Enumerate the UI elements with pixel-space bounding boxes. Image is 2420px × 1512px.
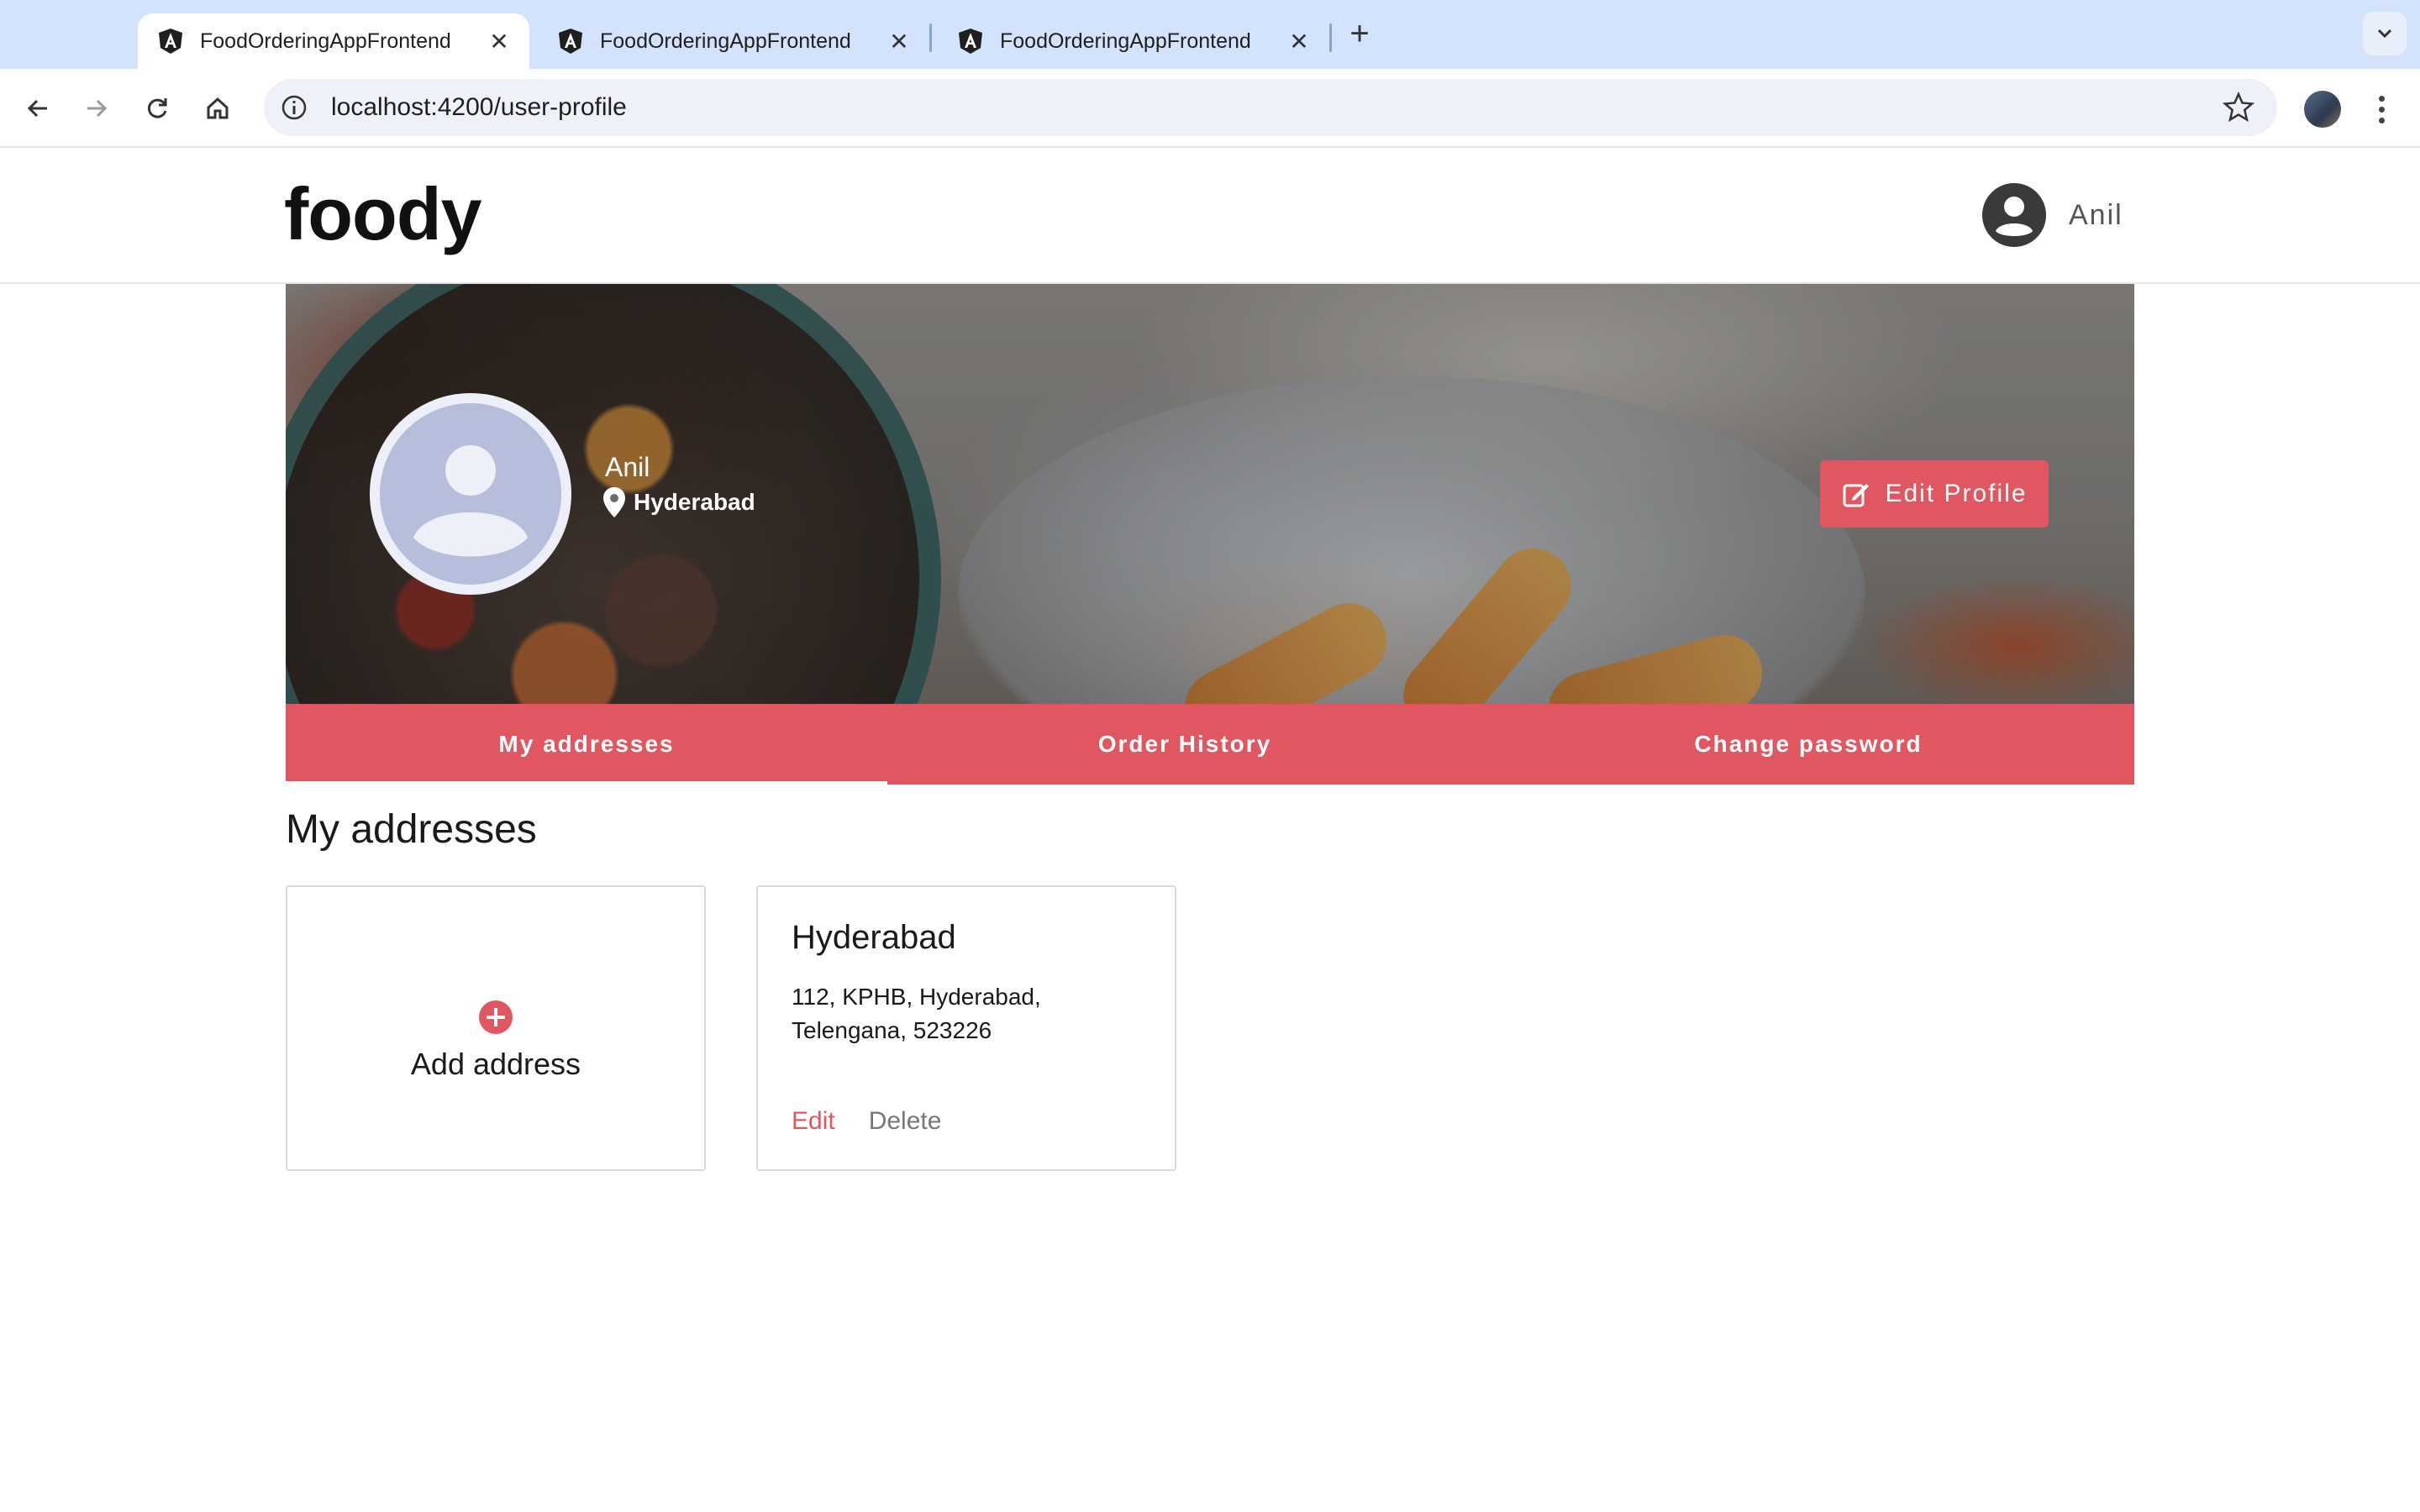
arrow-left-icon <box>27 99 47 118</box>
arrow-right-icon <box>87 99 108 118</box>
delete-address-button[interactable]: Delete <box>869 1107 942 1136</box>
tab-divider <box>929 24 932 52</box>
tab-title: FoodOrderingAppFrontend <box>200 29 451 53</box>
url-text[interactable]: localhost:4200/user-profile <box>331 93 627 122</box>
address-title: Hyderabad <box>792 919 956 956</box>
close-tab-icon[interactable]: ✕ <box>484 26 514 56</box>
tab-my-addresses[interactable]: My addresses <box>286 704 887 785</box>
close-tab-icon[interactable]: ✕ <box>1284 26 1314 56</box>
address-actions: Edit Delete <box>792 1107 941 1136</box>
browser-tab-1[interactable]: FoodOrderingAppFrontend ✕ <box>138 13 529 69</box>
brand-logo[interactable]: foody <box>284 171 482 257</box>
angular-icon <box>159 29 182 54</box>
address-card: Hyderabad 112, KPHB, Hyderabad, Telengan… <box>756 885 1176 1171</box>
tab-divider <box>1329 24 1332 52</box>
add-address-label: Add address <box>410 1047 581 1081</box>
profile-location-text: Hyderabad <box>634 489 755 515</box>
browser-profile-avatar[interactable] <box>2304 91 2341 128</box>
tab-title: FoodOrderingAppFrontend <box>600 29 851 53</box>
tab-order-history[interactable]: Order History <box>887 704 1482 785</box>
tab-label: Order History <box>1097 731 1272 757</box>
star-icon[interactable] <box>2222 91 2255 124</box>
profile-banner: Anil Hyderabad Edit Profile <box>286 284 2134 704</box>
edit-icon <box>1843 484 1870 507</box>
angular-icon <box>959 29 982 54</box>
address-bar[interactable]: localhost:4200/user-profile <box>264 79 2277 136</box>
profile-location: Hyderabad <box>602 486 755 519</box>
account-circle-icon <box>1982 183 2046 247</box>
chevron-down-icon <box>2377 29 2392 39</box>
profile-tabs: My addresses Order History Change passwo… <box>286 704 2134 785</box>
edit-address-button[interactable]: Edit <box>792 1107 835 1136</box>
user-menu[interactable]: Anil <box>1981 181 2123 249</box>
edit-profile-button[interactable]: Edit Profile <box>1820 460 2049 528</box>
tab-label: Change password <box>1694 731 1923 757</box>
reload-button[interactable] <box>136 87 178 129</box>
profile-name: Anil <box>605 452 650 482</box>
add-circle-icon <box>479 1000 513 1034</box>
site-info-button[interactable] <box>277 91 311 124</box>
person-icon <box>413 445 528 557</box>
back-button[interactable] <box>17 87 59 129</box>
browser-tab-strip: FoodOrderingAppFrontend ✕ FoodOrderingAp… <box>0 0 2420 69</box>
tab-label: My addresses <box>498 731 675 757</box>
location-pin-icon <box>603 487 625 517</box>
reload-icon <box>147 98 167 118</box>
app-header: foody Anil <box>0 148 2420 284</box>
tab-change-password[interactable]: Change password <box>1482 704 2134 785</box>
browser-tab-3[interactable]: FoodOrderingAppFrontend ✕ <box>938 13 1329 69</box>
close-tab-icon[interactable]: ✕ <box>884 26 914 56</box>
tab-title: FoodOrderingAppFrontend <box>1000 29 1251 53</box>
browser-menu-button[interactable] <box>2371 89 2391 129</box>
forward-button[interactable] <box>76 87 118 129</box>
profile-avatar <box>370 393 571 595</box>
info-icon <box>281 95 307 120</box>
browser-toolbar: localhost:4200/user-profile <box>0 69 2420 148</box>
home-button[interactable] <box>197 87 239 129</box>
angular-icon <box>559 29 582 54</box>
section-title: My addresses <box>286 807 537 852</box>
add-address-card[interactable]: Add address <box>286 885 706 1171</box>
home-icon <box>207 97 229 119</box>
browser-tab-2[interactable]: FoodOrderingAppFrontend ✕ <box>538 13 929 69</box>
tab-search-button[interactable] <box>2363 12 2407 55</box>
user-name: Anil <box>2069 198 2123 231</box>
address-text: 112, KPHB, Hyderabad, Telengana, 523226 <box>792 984 1041 1043</box>
edit-profile-label: Edit Profile <box>1885 480 2028 507</box>
new-tab-button[interactable]: + <box>1341 15 1378 52</box>
